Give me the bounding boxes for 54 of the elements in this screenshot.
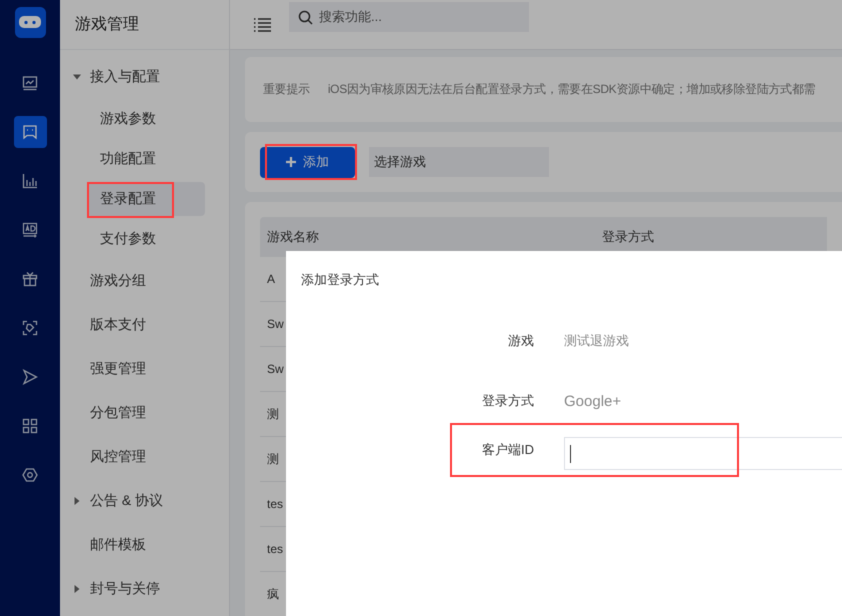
plus-icon (286, 157, 296, 167)
field-label: 游戏 (507, 332, 534, 350)
play-icon (22, 369, 38, 385)
bar-chart-icon (22, 173, 38, 189)
field-value: 测试退游戏 (564, 332, 630, 350)
notice-text: iOS因为审核原因无法在后台配置登录方式，需要在SDK资源中确定；增加或移除登陆方式都需 (328, 81, 816, 98)
sidebar-item[interactable]: 登录配置 (87, 182, 205, 216)
monitor-chart-icon (22, 75, 38, 91)
settings-icon (22, 467, 38, 483)
table-cell: tes (267, 542, 284, 556)
sidebar-item[interactable]: 强更管理 (60, 347, 229, 391)
table-cell: 疯 (267, 586, 279, 602)
sidebar-item[interactable]: 功能配置 (87, 142, 205, 176)
table-cell: tes (267, 497, 284, 511)
sidebar-item[interactable]: 支付参数 (87, 222, 205, 256)
column-header: 登录方式 (602, 228, 655, 246)
ad-icon (22, 222, 38, 238)
add-button[interactable]: 添加 (260, 146, 355, 178)
sidebar-item[interactable]: 游戏分组 (60, 259, 229, 303)
table-cell: Sw (267, 317, 284, 331)
dialog-title: 添加登录方式 (301, 272, 379, 287)
sidebar-group[interactable]: 封号与关停 (60, 567, 229, 611)
search-field[interactable]: 搜索功能... (289, 2, 529, 32)
input-field[interactable] (564, 437, 842, 470)
field-value: Google+ (564, 392, 622, 410)
app-logo[interactable] (14, 7, 46, 38)
menu-icon[interactable] (254, 18, 271, 32)
sidebar-item[interactable]: 分包管理 (60, 391, 229, 435)
caret-right-icon (73, 585, 81, 593)
field-label: 客户端ID (481, 441, 534, 459)
caret-right-icon (73, 497, 81, 505)
sidebar-title: 游戏管理 (75, 14, 139, 35)
column-header: 游戏名称 (267, 228, 320, 246)
search-icon (298, 10, 313, 24)
grid-icon (22, 418, 38, 434)
sidebar-item[interactable]: 邮件模板 (60, 523, 229, 567)
table-cell: A (267, 272, 276, 286)
text-cursor (570, 444, 571, 462)
gift-icon (22, 271, 38, 287)
game-select[interactable]: 选择游戏 (369, 147, 549, 177)
table-cell: 测 (267, 450, 279, 468)
table-cell: Sw (267, 362, 284, 376)
field-label: 登录方式 (481, 392, 534, 410)
sidebar-group[interactable]: 公告 & 协议 (60, 479, 229, 523)
caret-down-icon (73, 73, 81, 81)
gamepad-card-icon (22, 124, 38, 140)
sidebar-group[interactable]: 接入与配置 (60, 55, 229, 99)
sidebar-item[interactable]: 版本支付 (60, 303, 229, 347)
table-cell: 测 (267, 406, 279, 422)
notice-label: 重要提示 (263, 81, 310, 98)
sidebar-item[interactable]: 风控管理 (60, 435, 229, 479)
sidebar-item[interactable]: 游戏参数 (87, 102, 205, 136)
scan-tag-icon (22, 320, 38, 336)
rail-button[interactable] (14, 116, 46, 148)
